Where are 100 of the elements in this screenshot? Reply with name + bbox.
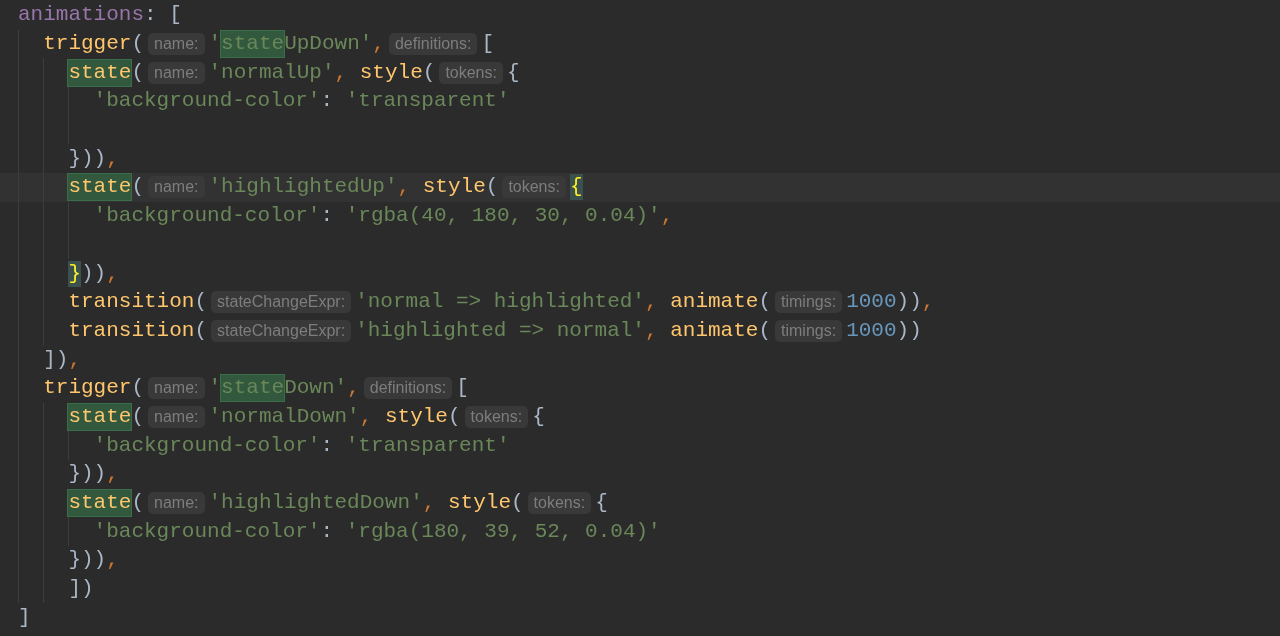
parameter-hint: name: — [148, 176, 205, 199]
matched-brace: } — [68, 260, 81, 287]
comma: , — [106, 260, 119, 287]
punctuation: ( — [131, 490, 145, 517]
parameter-hint: stateChangeExpr: — [211, 291, 352, 314]
string-literal: 'highlightedUp' — [208, 174, 398, 201]
punctuation: ( — [447, 403, 461, 430]
function-name: style — [447, 490, 511, 517]
function-name: transition — [68, 289, 195, 316]
punctuation: ( — [131, 59, 145, 86]
string-literal: ' — [208, 31, 222, 58]
punctuation: { — [595, 490, 608, 517]
parameter-hint: timings: — [775, 291, 843, 314]
string-literal: 'background-color' — [93, 432, 321, 459]
string-literal: ' — [208, 375, 222, 402]
string-literal: 'transparent' — [345, 88, 510, 115]
function-name: trigger — [43, 375, 132, 402]
search-match: state — [68, 490, 132, 517]
punctuation: })) — [68, 461, 107, 488]
comma: , — [106, 145, 119, 172]
string-literal: 'rgba(40, 180, 30, 0.04)' — [345, 203, 661, 230]
punctuation: ( — [485, 174, 499, 201]
punctuation: ( — [131, 375, 145, 402]
punctuation: ( — [758, 289, 772, 316]
comma: , — [645, 289, 659, 316]
parameter-hint: name: — [148, 61, 205, 84]
parameter-hint: tokens: — [527, 492, 592, 515]
punctuation: : — [320, 518, 335, 545]
search-match: state — [68, 59, 132, 86]
punctuation: )) — [896, 289, 922, 316]
search-match: state — [68, 403, 132, 430]
comma: , — [660, 203, 674, 230]
search-match: state — [68, 174, 132, 201]
punctuation: ] — [18, 604, 31, 631]
punctuation: ( — [422, 59, 436, 86]
function-name: trigger — [43, 31, 132, 58]
function-name: style — [422, 174, 486, 201]
punctuation: ( — [194, 289, 208, 316]
comma: , — [372, 31, 385, 58]
comma: , — [359, 403, 374, 430]
parameter-hint: name: — [148, 492, 205, 515]
comma: , — [422, 490, 437, 517]
comma: , — [645, 317, 659, 344]
punctuation: ( — [194, 317, 208, 344]
punctuation: ( — [131, 174, 145, 201]
punctuation: ]) — [43, 346, 69, 373]
string-literal: 'normal => highlighted' — [355, 289, 645, 316]
punctuation: { — [506, 59, 520, 86]
comma: , — [397, 174, 412, 201]
comma: , — [334, 59, 349, 86]
string-literal: 'rgba(180, 39, 52, 0.04)' — [345, 518, 661, 545]
punctuation: ( — [131, 403, 145, 430]
punctuation: )) — [81, 260, 107, 287]
property-name: animations — [18, 2, 145, 29]
parameter-hint: tokens: — [502, 176, 566, 199]
punctuation: ]) — [68, 576, 94, 603]
search-match: state — [221, 375, 285, 402]
punctuation: : — [320, 88, 335, 115]
string-literal: 'highlightedDown' — [208, 490, 423, 517]
number-literal: 1000 — [846, 317, 897, 344]
parameter-hint: name: — [148, 33, 205, 56]
string-literal: 'transparent' — [345, 432, 510, 459]
comma: , — [106, 461, 119, 488]
punctuation: : — [320, 432, 335, 459]
punctuation: )) — [896, 317, 922, 344]
matched-brace: { — [569, 174, 583, 201]
string-literal: 'background-color' — [93, 88, 321, 115]
string-literal: 'normalDown' — [208, 403, 360, 430]
comma: , — [347, 375, 360, 402]
string-literal: UpDown' — [284, 31, 373, 58]
string-literal: 'normalUp' — [208, 59, 335, 86]
punctuation: ( — [511, 490, 524, 517]
string-literal: 'background-color' — [93, 518, 321, 545]
punctuation: ( — [131, 31, 145, 58]
parameter-hint: definitions: — [388, 33, 478, 56]
punctuation: ( — [758, 317, 772, 344]
punctuation: })) — [68, 547, 107, 574]
string-literal: 'background-color' — [93, 203, 321, 230]
search-match: state — [221, 31, 285, 58]
parameter-hint: tokens: — [464, 405, 529, 428]
parameter-hint: timings: — [775, 319, 843, 342]
function-name: style — [359, 59, 423, 86]
punctuation: : [ — [144, 2, 182, 29]
parameter-hint: definitions: — [363, 377, 453, 400]
function-name: style — [384, 403, 448, 430]
parameter-hint: tokens: — [439, 61, 503, 84]
punctuation: [ — [481, 31, 495, 58]
comma: , — [106, 547, 119, 574]
punctuation: { — [532, 403, 545, 430]
string-literal: Down' — [284, 375, 348, 402]
number-literal: 1000 — [846, 289, 897, 316]
comma: , — [921, 289, 935, 316]
function-name: transition — [68, 317, 195, 344]
parameter-hint: name: — [148, 405, 205, 428]
parameter-hint: stateChangeExpr: — [211, 319, 352, 342]
punctuation: : — [320, 203, 335, 230]
function-name: animate — [670, 317, 759, 344]
string-literal: 'highlighted => normal' — [355, 317, 645, 344]
punctuation: [ — [456, 375, 469, 402]
parameter-hint: name: — [148, 377, 205, 400]
